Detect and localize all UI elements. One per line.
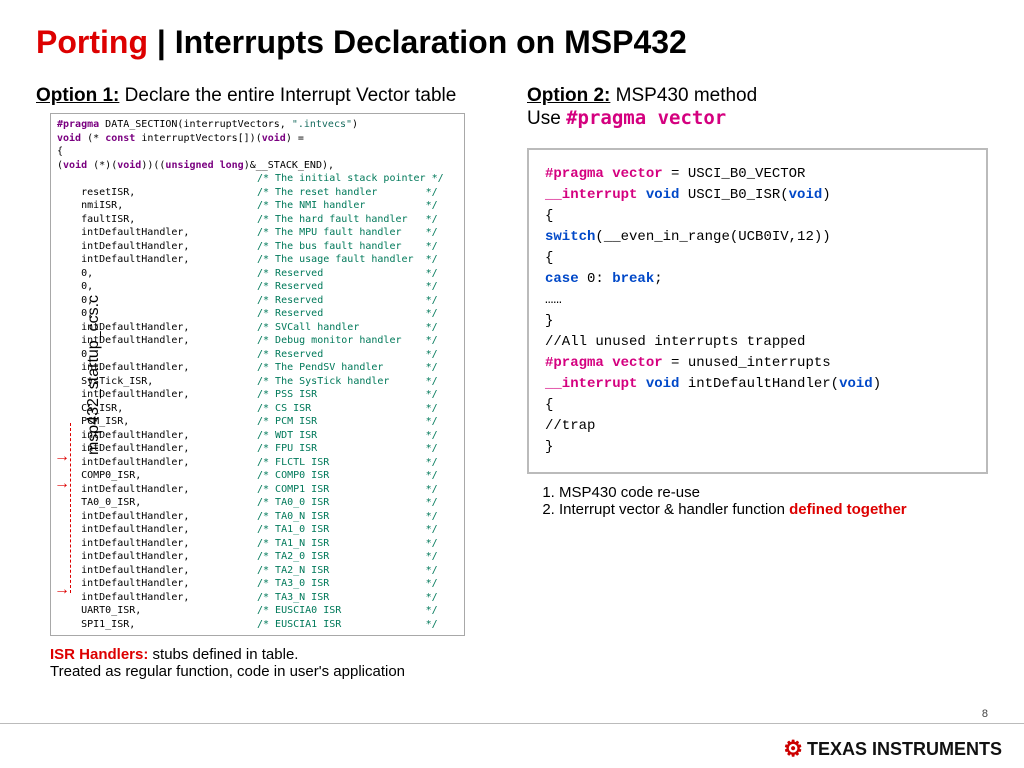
code-row: TA0_0_ISR,/* TA0_0 ISR */ bbox=[57, 496, 458, 510]
code-row: CS_ISR,/* CS ISR */ bbox=[57, 402, 458, 416]
code-row: intDefaultHandler,/* TA3_0 ISR */ bbox=[57, 577, 458, 591]
code-row: intDefaultHandler,/* The bus fault handl… bbox=[57, 240, 458, 254]
arrow-icon: → bbox=[54, 448, 70, 466]
code-row: resetISR,/* The reset handler */ bbox=[57, 186, 458, 200]
code-row: SPI1_ISR,/* EUSCIA1 ISR */ bbox=[57, 618, 458, 632]
code-row: intDefaultHandler,/* FPU ISR */ bbox=[57, 442, 458, 456]
code-row: intDefaultHandler,/* The PendSV handler … bbox=[57, 361, 458, 375]
code-row: intDefaultHandler,/* COMP1 ISR */ bbox=[57, 483, 458, 497]
code-row: intDefaultHandler,/* The MPU fault handl… bbox=[57, 226, 458, 240]
code-row: 0,/* Reserved */ bbox=[57, 294, 458, 308]
code-row: intDefaultHandler,/* TA0_N ISR */ bbox=[57, 510, 458, 524]
code-row: /* The initial stack pointer */ bbox=[57, 172, 458, 186]
code-row: intDefaultHandler,/* TA1_N ISR */ bbox=[57, 537, 458, 551]
code-block-1: #pragma DATA_SECTION(interruptVectors, "… bbox=[50, 113, 465, 636]
code-row: UART0_ISR,/* EUSCIA0 ISR */ bbox=[57, 604, 458, 618]
list-item: MSP430 code re-use bbox=[559, 484, 988, 501]
bottom-left-text: ISR Handlers: stubs defined in table. Tr… bbox=[50, 646, 497, 680]
codebox1-wrap: msp432_startup_ccs.c → → → #pragma DATA_… bbox=[36, 113, 497, 636]
code-row: intDefaultHandler,/* PSS ISR */ bbox=[57, 388, 458, 402]
title-rest: Interrupts Declaration on MSP432 bbox=[175, 24, 687, 60]
logo-text: TEXAS INSTRUMENTS bbox=[807, 739, 1002, 760]
code-row: SysTick_ISR,/* The SysTick handler */ bbox=[57, 375, 458, 389]
ti-chip-icon: ⚙ bbox=[783, 736, 803, 762]
column-left: Option 1: Declare the entire Interrupt V… bbox=[36, 85, 497, 680]
code-row: COMP0_ISR,/* COMP0 ISR */ bbox=[57, 469, 458, 483]
code-row: nmiISR,/* The NMI handler */ bbox=[57, 199, 458, 213]
list-item: Interrupt vector & handler function defi… bbox=[559, 501, 988, 518]
footer-line bbox=[0, 723, 1024, 724]
arrow-icon: → bbox=[54, 581, 70, 599]
bottom-right-text: MSP430 code re-use Interrupt vector & ha… bbox=[527, 484, 988, 518]
option2-label: Option 2: MSP430 method Use #pragma vect… bbox=[527, 85, 988, 130]
title-sep: | bbox=[148, 24, 175, 60]
slide-title: Porting | Interrupts Declaration on MSP4… bbox=[36, 24, 988, 61]
footer: ⚙ TEXAS INSTRUMENTS bbox=[783, 736, 1002, 762]
column-right: Option 2: MSP430 method Use #pragma vect… bbox=[527, 85, 988, 680]
code-row: PCM_ISR,/* PCM ISR */ bbox=[57, 415, 458, 429]
code-row: 0,/* Reserved */ bbox=[57, 267, 458, 281]
code-row: intDefaultHandler,/* TA2_0 ISR */ bbox=[57, 550, 458, 564]
code-row: intDefaultHandler,/* WDT ISR */ bbox=[57, 429, 458, 443]
code-row: intDefaultHandler,/* TA3_N ISR */ bbox=[57, 591, 458, 605]
title-red: Porting bbox=[36, 24, 148, 60]
code-block-2: #pragma vector = USCI_B0_VECTOR __interr… bbox=[527, 148, 988, 474]
code-row: 0,/* Reserved */ bbox=[57, 348, 458, 362]
code-row: 0,/* Reserved */ bbox=[57, 280, 458, 294]
code-row: 0,/* Reserved */ bbox=[57, 307, 458, 321]
page-number: 8 bbox=[982, 708, 988, 720]
code-row: faultISR,/* The hard fault handler */ bbox=[57, 213, 458, 227]
arrow-icon: → bbox=[54, 475, 70, 493]
code-row: intDefaultHandler,/* TA1_0 ISR */ bbox=[57, 523, 458, 537]
file-label: msp432_startup_ccs.c bbox=[85, 294, 103, 454]
ti-logo: ⚙ TEXAS INSTRUMENTS bbox=[783, 736, 1002, 762]
code-row: intDefaultHandler,/* SVCall handler */ bbox=[57, 321, 458, 335]
code-row: intDefaultHandler,/* TA2_N ISR */ bbox=[57, 564, 458, 578]
code-row: intDefaultHandler,/* The usage fault han… bbox=[57, 253, 458, 267]
option1-label: Option 1: Declare the entire Interrupt V… bbox=[36, 85, 497, 107]
code-row: intDefaultHandler,/* Debug monitor handl… bbox=[57, 334, 458, 348]
code-row: intDefaultHandler,/* FLCTL ISR */ bbox=[57, 456, 458, 470]
